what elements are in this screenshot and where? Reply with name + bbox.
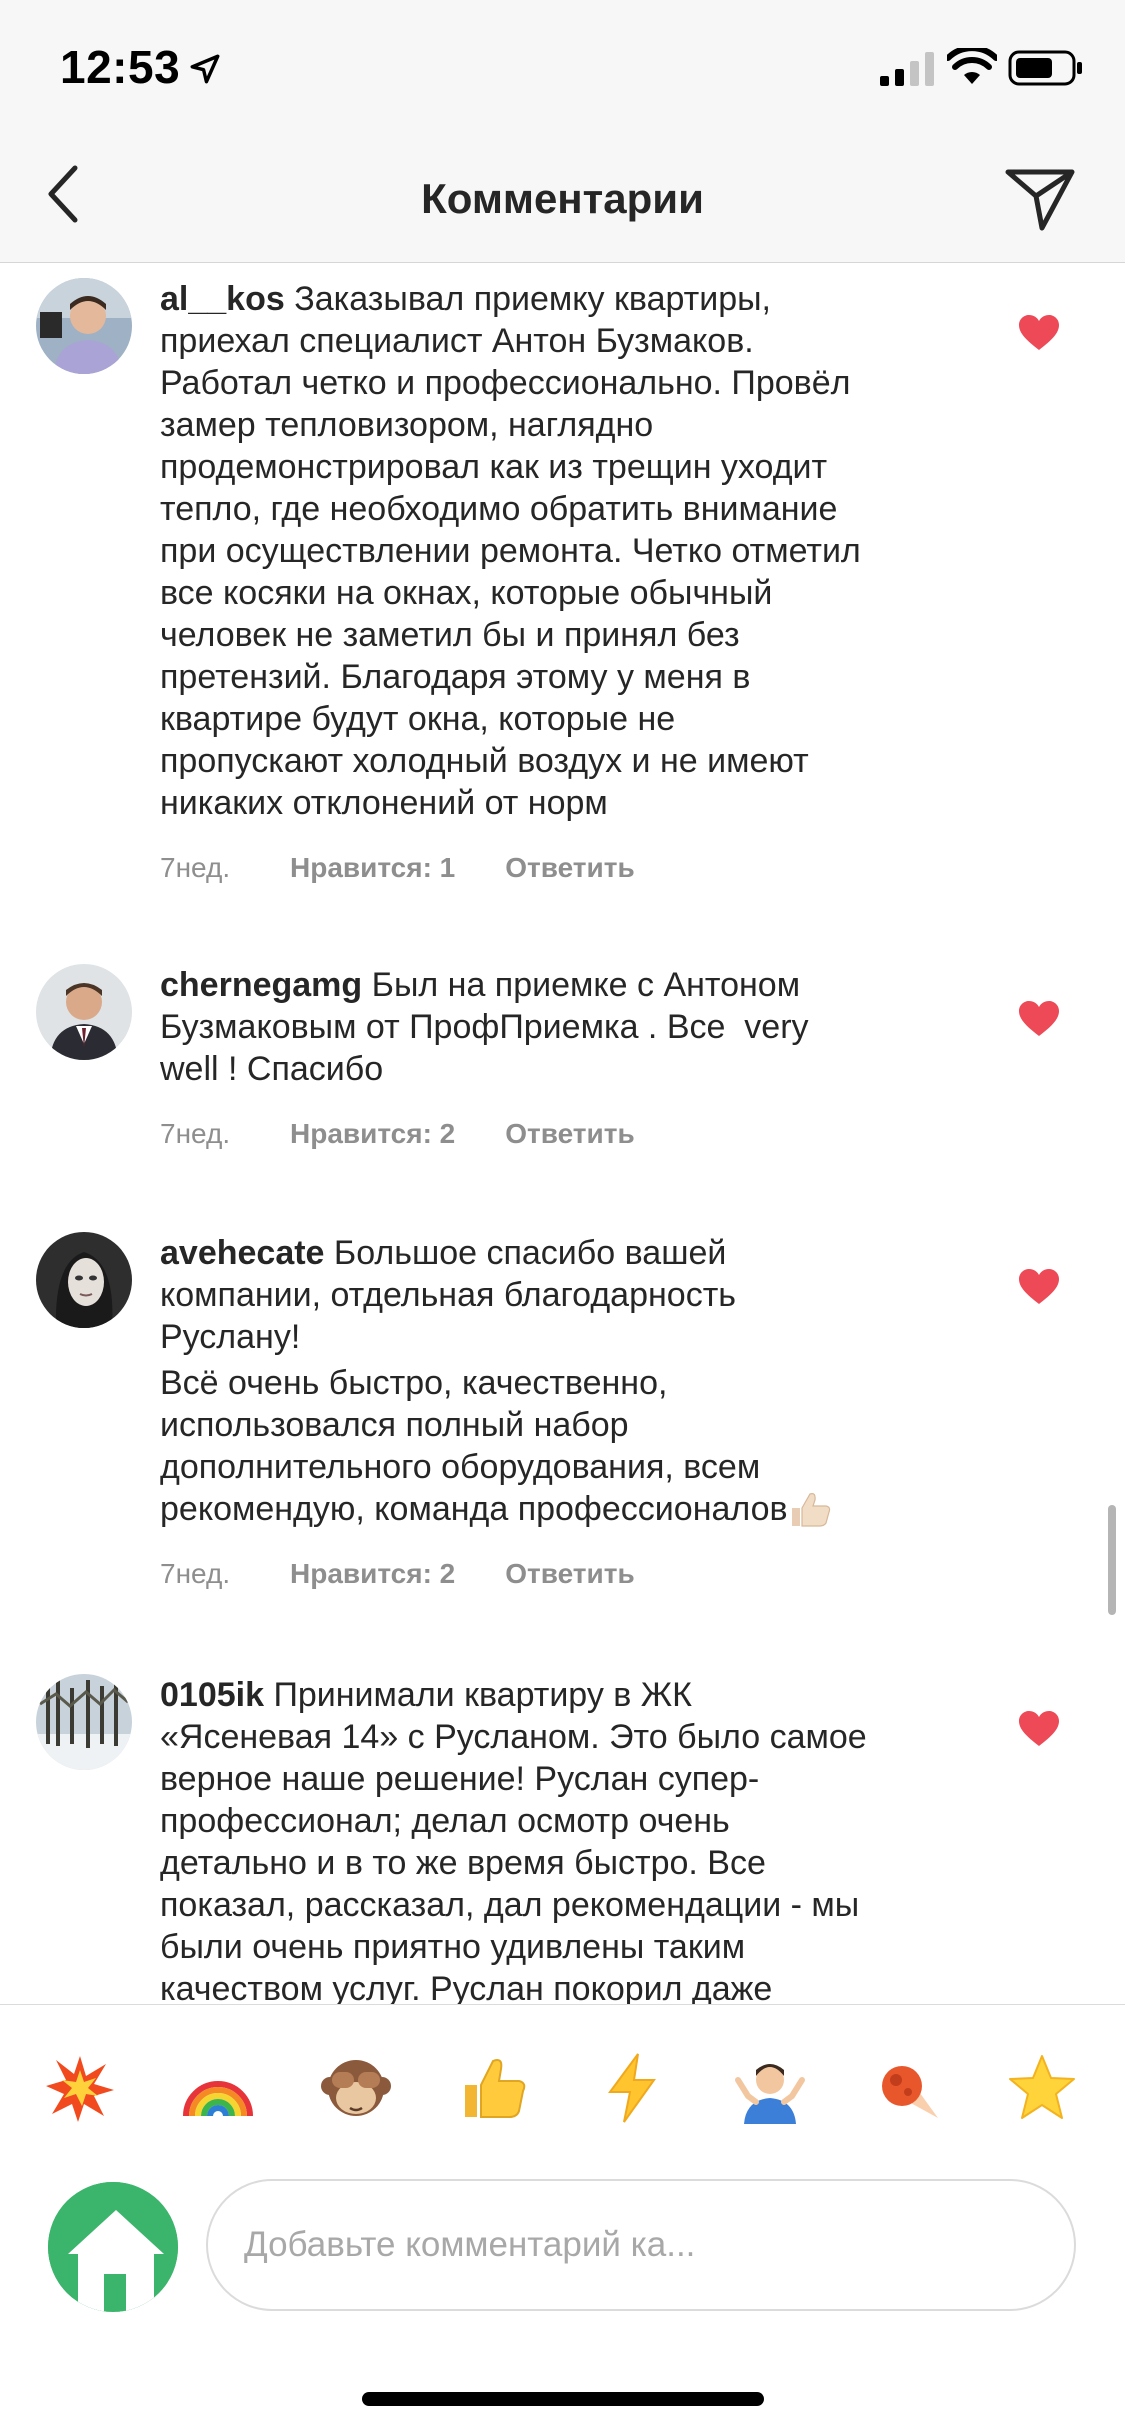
scrollbar[interactable] [1108, 1505, 1116, 1615]
home-indicator[interactable] [362, 2392, 764, 2406]
comments-list[interactable]: al__kos Заказывал приемку квартиры, прие… [0, 264, 1125, 2004]
emoji-bar [0, 2004, 1125, 2174]
heart-icon[interactable] [1018, 1268, 1060, 1306]
reply-button[interactable]: Ответить [505, 852, 634, 884]
heart-icon[interactable] [1018, 1710, 1060, 1748]
location-arrow-icon [190, 54, 220, 84]
paper-plane-icon [1005, 169, 1075, 231]
comment-time: 7нед. [160, 1118, 231, 1149]
status-bar: 12:53 [0, 0, 1125, 135]
nav-bar: Комментарии [0, 135, 1125, 263]
see-no-evil-monkey-icon[interactable] [318, 2050, 394, 2126]
battery-icon [1008, 50, 1082, 86]
comment-body: 0105ik Принимали квартиру в ЖК «Ясеневая… [160, 1676, 867, 2004]
rainbow-icon[interactable] [180, 2050, 256, 2126]
comet-icon[interactable] [870, 2050, 946, 2126]
avatar[interactable] [36, 1232, 132, 1328]
comment-username[interactable]: 0105ik [160, 1676, 264, 1714]
avatar[interactable] [36, 1674, 132, 1770]
comment-body: al__kos Заказывал приемку квартиры, прие… [160, 280, 861, 822]
star-icon[interactable] [1004, 2050, 1080, 2126]
status-time: 12:53 [60, 41, 181, 93]
comment-likes[interactable]: Нравится: 2 [290, 1118, 455, 1150]
thumbs-up-icon [791, 1493, 830, 1527]
comment-username[interactable]: chernegamg [160, 966, 362, 1004]
heart-icon[interactable] [1018, 314, 1060, 352]
wifi-icon [947, 48, 997, 84]
comment-body: avehecate Большое спасибо вашей компании… [160, 1232, 960, 1530]
comment-time: 7нед. [160, 1558, 231, 1589]
lightning-icon[interactable] [594, 2050, 670, 2126]
comment-username[interactable]: avehecate [160, 1234, 324, 1272]
reply-button[interactable]: Ответить [505, 1118, 634, 1150]
reply-button[interactable]: Ответить [505, 1558, 634, 1590]
comment-body: chernegamg Был на приемке с Антоном Бузм… [160, 966, 809, 1088]
comment-meta: 7нед. Нравится: 1 Ответить [160, 848, 635, 888]
collision-icon[interactable] [42, 2050, 118, 2126]
page-title: Комментарии [421, 175, 704, 222]
comment-input[interactable] [206, 2179, 1076, 2311]
avatar[interactable] [36, 278, 132, 374]
comment-meta: 7нед. Нравится: 2 Ответить [160, 1114, 635, 1154]
share-button[interactable] [1000, 161, 1080, 237]
heart-icon[interactable] [1018, 1000, 1060, 1038]
thumbs-up-icon[interactable] [456, 2050, 532, 2126]
comment-likes[interactable]: Нравится: 2 [290, 1558, 455, 1590]
comment-username[interactable]: al__kos [160, 280, 285, 318]
cellular-signal-icon [880, 52, 934, 86]
avatar[interactable] [36, 964, 132, 1060]
comment-time: 7нед. [160, 852, 231, 883]
avatar[interactable] [48, 2182, 178, 2312]
comment-likes[interactable]: Нравится: 1 [290, 852, 455, 884]
comment-meta: 7нед. Нравится: 2 Ответить [160, 1554, 635, 1594]
shrug-icon[interactable] [732, 2050, 808, 2126]
